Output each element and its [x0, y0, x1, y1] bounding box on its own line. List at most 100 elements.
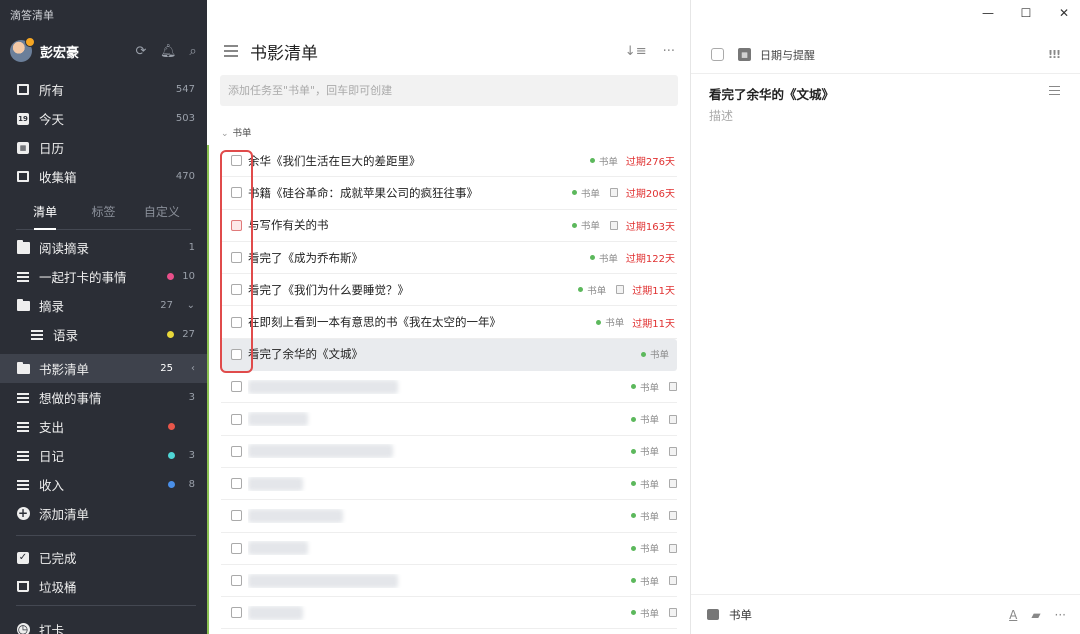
task-checkbox[interactable]: [231, 575, 242, 586]
sidebar-item-label: 已完成: [39, 551, 77, 566]
chevron-left-icon[interactable]: ‹: [183, 363, 195, 374]
tab-custom[interactable]: 自定义: [133, 200, 191, 229]
detail-title[interactable]: 看完了余华的《文城》: [709, 84, 834, 103]
color-dot: [167, 331, 175, 338]
task-checkbox[interactable]: [231, 348, 242, 360]
font-icon[interactable]: A: [1009, 608, 1017, 622]
task-row[interactable]: 与写作有关的书 书单 过期163天: [221, 210, 677, 242]
task-row-selected[interactable]: 看完了余华的《文城》 书单: [221, 338, 677, 372]
window-controls: — ☐ ✕: [982, 6, 1070, 20]
task-checkbox[interactable]: [231, 413, 242, 425]
avatar[interactable]: [10, 37, 35, 62]
task-due: 过期163天: [625, 221, 675, 233]
task-checkbox[interactable]: [231, 510, 242, 522]
task-checkbox[interactable]: [231, 478, 242, 490]
task-checkbox[interactable]: [231, 445, 242, 457]
user-name[interactable]: 彭宏豪: [40, 42, 134, 61]
task-title[interactable]: 看完了《我们为什么要睡觉？》: [248, 282, 570, 298]
task-checkbox[interactable]: [231, 284, 242, 296]
task-title[interactable]: 与写作有关的书: [248, 217, 564, 233]
sidebar-item-excerpts-folder[interactable]: 摘录 27 ⌄: [0, 291, 207, 320]
task-title[interactable]: 在即刻上看到一本有意思的书《我在太空的一年》: [248, 314, 588, 330]
task-row[interactable]: 看完了《我们为什么要睡觉？》 书单 过期11天: [221, 274, 677, 307]
minimize-icon[interactable]: —: [982, 6, 994, 20]
task-checkbox[interactable]: [231, 187, 242, 199]
task-row[interactable]: 看完了《成为乔布斯》 书单 过期122天: [221, 242, 677, 275]
task-title[interactable]: 看完了《成为乔布斯》: [248, 250, 582, 266]
sidebar-item-quotes[interactable]: 语录 27: [0, 320, 207, 349]
task-checkbox[interactable]: [231, 155, 242, 167]
search-icon[interactable]: ⌕: [186, 44, 200, 59]
text-format-icon[interactable]: [1049, 86, 1060, 95]
sidebar-item-reading-excerpts[interactable]: 阅读摘录 1: [0, 233, 207, 262]
task-row-blurred[interactable]: 书单: [221, 436, 677, 468]
maximize-icon[interactable]: ☐: [1020, 6, 1032, 20]
folder-icon: [16, 298, 30, 313]
sidebar-item-count: 470: [175, 171, 195, 182]
chevron-down-icon[interactable]: ⌄: [183, 300, 195, 311]
task-row[interactable]: 余华《我们生活在巨大的差距里》 书单 过期276天: [221, 145, 677, 178]
task-row[interactable]: 书籍《硅谷革命：成就苹果公司的疯狂往事》 书单 过期206天: [221, 177, 677, 210]
comment-icon[interactable]: ▰: [1031, 608, 1040, 622]
sidebar-item-today[interactable]: 19 今天 503: [0, 104, 207, 133]
sidebar-item-count: 503: [175, 113, 195, 124]
sidebar-item-trash[interactable]: 垃圾桶: [0, 572, 207, 601]
add-task-input[interactable]: 添加任务至"书单"，回车即可创建: [220, 75, 678, 106]
task-title[interactable]: 余华《我们生活在巨大的差距里》: [248, 153, 582, 169]
task-row[interactable]: 在即刻上看到一本有意思的书《我在太空的一年》 书单 过期11天: [221, 306, 677, 339]
task-row-blurred[interactable]: 书单: [221, 565, 677, 598]
task-checkbox[interactable]: [231, 219, 242, 231]
task-row-blurred[interactable]: 书单: [221, 500, 677, 533]
note-icon: [616, 285, 625, 295]
sidebar-item-checkin[interactable]: ◷ 打卡: [0, 615, 207, 634]
sidebar-item-books-movies[interactable]: 书影清单 25 ‹: [0, 354, 207, 383]
calendar-icon[interactable]: ▦: [738, 48, 751, 61]
tab-tags[interactable]: 标签: [74, 200, 132, 229]
section-header[interactable]: ⌄ 书单: [221, 125, 252, 139]
sidebar-item-income[interactable]: 收入 8: [0, 470, 207, 499]
chevron-down-icon[interactable]: ⌄: [221, 129, 229, 139]
color-dot: [168, 423, 175, 430]
tab-lists[interactable]: 清单: [16, 200, 74, 230]
date-reminder-button[interactable]: 日期与提醒: [760, 47, 1048, 63]
task-row-blurred[interactable]: 书单: [221, 468, 677, 501]
task-tag: 书单: [631, 541, 659, 555]
detail-list-name[interactable]: 书单: [729, 607, 1009, 623]
sidebar-item-diary[interactable]: 日记 3: [0, 441, 207, 470]
sidebar-item-checkin-together[interactable]: 一起打卡的事情 10: [0, 262, 207, 291]
description-field[interactable]: 描述: [709, 107, 733, 124]
sidebar-item-completed[interactable]: ✓ 已完成: [0, 543, 207, 572]
clock-icon: ◷: [16, 622, 30, 634]
task-list-pane: 书影清单 ↓≡ ··· 添加任务至"书单"，回车即可创建 ⌄ 书单 余华《我们生活…: [207, 0, 691, 634]
more-icon[interactable]: ···: [1055, 608, 1066, 622]
sync-icon[interactable]: ⟳: [134, 44, 148, 59]
task-row-blurred[interactable]: 书单: [221, 371, 677, 404]
bell-icon[interactable]: 🔔︎: [160, 44, 177, 59]
add-list-button[interactable]: + 添加清单: [0, 499, 207, 528]
detail-checkbox[interactable]: [711, 48, 724, 61]
sidebar-item-calendar[interactable]: ▦ 日历: [0, 133, 207, 162]
task-checkbox[interactable]: [231, 316, 242, 328]
task-checkbox[interactable]: [231, 252, 242, 264]
task-row-blurred[interactable]: 书单: [221, 533, 677, 565]
task-row-blurred[interactable]: 书单: [221, 403, 677, 436]
sidebar-item-all[interactable]: 所有 547: [0, 75, 207, 104]
task-row-blurred[interactable]: 书单: [221, 597, 677, 630]
priority-icon[interactable]: !!!: [1048, 48, 1061, 61]
sort-icon[interactable]: ↓≡: [625, 44, 647, 59]
more-icon[interactable]: ···: [663, 44, 675, 59]
task-checkbox[interactable]: [231, 542, 242, 554]
close-icon[interactable]: ✕: [1058, 6, 1070, 20]
menu-icon[interactable]: [224, 45, 238, 57]
sidebar-item-expenses[interactable]: 支出: [0, 412, 207, 441]
task-title[interactable]: 书籍《硅谷革命：成就苹果公司的疯狂往事》: [248, 185, 564, 201]
move-list-icon[interactable]: [707, 609, 719, 620]
inbox-icon: [16, 170, 30, 184]
task-checkbox[interactable]: [231, 381, 242, 393]
sidebar-item-things-to-do[interactable]: 想做的事情 3: [0, 383, 207, 412]
sidebar-item-inbox[interactable]: 收集箱 470: [0, 162, 207, 191]
task-title[interactable]: 看完了余华的《文城》: [248, 346, 633, 362]
note-icon: [669, 543, 677, 553]
task-tag: 书单: [590, 154, 618, 168]
task-checkbox[interactable]: [231, 607, 242, 619]
